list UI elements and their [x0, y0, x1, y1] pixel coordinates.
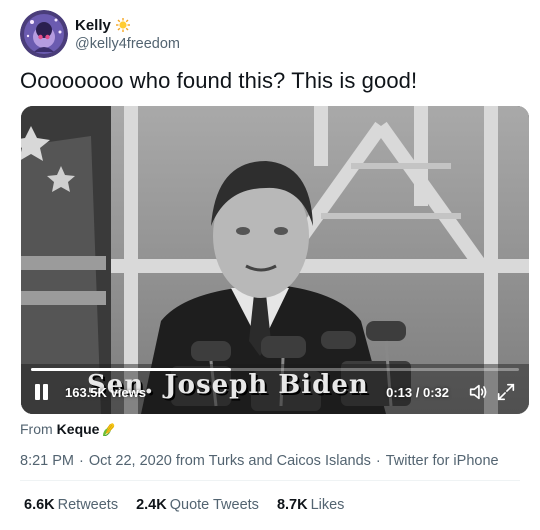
user-handle[interactable]: @kelly4freedom	[75, 36, 180, 52]
quote-tweets-count: 2.4K	[136, 497, 167, 513]
avatar-icon	[20, 10, 68, 58]
view-count: 163.5K views	[65, 384, 146, 400]
meta-separator-2: ·	[375, 453, 381, 469]
source-user-link[interactable]: Keque	[57, 421, 100, 437]
retweets-stat[interactable]: 6.6K Retweets	[24, 497, 118, 513]
tweet-text: Oooooooo who found this? This is good!	[20, 68, 418, 93]
source-prefix: From	[20, 421, 53, 437]
corn-emoji-icon	[103, 423, 115, 436]
retweets-count: 6.6K	[24, 497, 55, 513]
video-controls: 163.5K views 0:13 / 0:32	[21, 370, 529, 414]
tweet-time[interactable]: 8:21 PM	[20, 453, 74, 469]
divider	[20, 480, 520, 481]
sun-emoji-icon	[115, 18, 130, 32]
retweets-label: Retweets	[57, 497, 119, 513]
video-time: 0:13 / 0:32	[386, 384, 449, 400]
display-name[interactable]: Kelly	[75, 17, 111, 34]
likes-count: 8.7K	[276, 497, 308, 513]
tweet-meta: 8:21 PM · Oct 22, 2020 from Turks and Ca…	[20, 453, 499, 469]
avatar[interactable]	[20, 10, 68, 58]
name-row: Kelly	[75, 17, 180, 34]
likes-stat[interactable]: 8.7K Likes	[277, 497, 345, 513]
quote-tweets-label: Quote Tweets	[169, 497, 259, 513]
user-info: Kelly @kelly4freedom	[75, 17, 180, 52]
fullscreen-icon[interactable]	[495, 381, 517, 403]
meta-separator: ·	[79, 453, 84, 469]
tweet-source: From Keque	[20, 421, 117, 437]
quote-tweets-stat[interactable]: 2.4K Quote Tweets	[136, 497, 259, 513]
tweet-client[interactable]: Twitter for iPhone	[386, 453, 499, 469]
volume-icon[interactable]	[467, 381, 489, 403]
tweet-date[interactable]: Oct 22, 2020	[89, 453, 172, 469]
tweet-location[interactable]: from Turks and Caicos Islands	[176, 453, 371, 469]
video-player[interactable]: Sen. Joseph Biden 163.5K views 0:13 / 0:…	[21, 106, 529, 414]
tweet-stats: 6.6K Retweets 2.4K Quote Tweets 8.7K Likes	[24, 497, 362, 513]
tweet-header: Kelly @kelly4freedom	[20, 10, 180, 58]
pause-icon[interactable]	[33, 383, 51, 401]
likes-label: Likes	[310, 497, 345, 513]
